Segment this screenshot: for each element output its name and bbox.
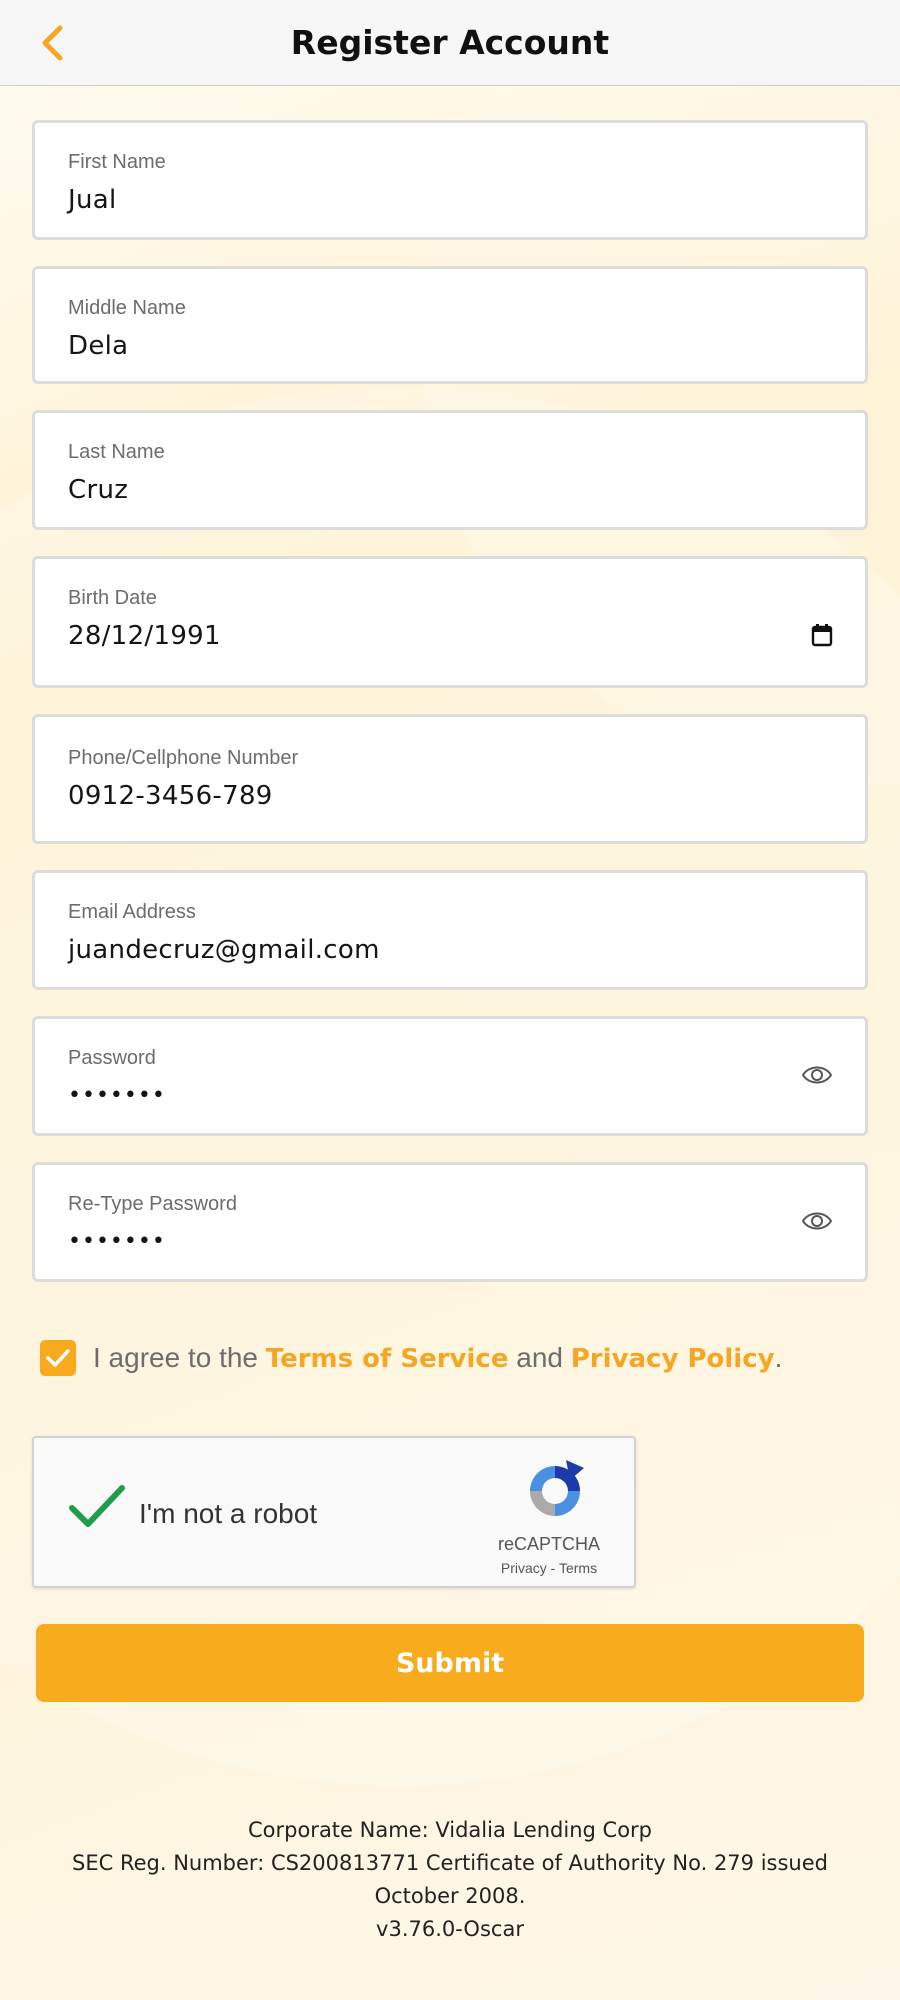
footer-version: v3.76.0-Oscar [376, 1917, 524, 1941]
back-button[interactable] [30, 20, 76, 66]
password-field[interactable]: Password ••••••• [32, 1016, 868, 1136]
birth-date-field[interactable]: Birth Date 28/12/1991 [32, 556, 868, 688]
page-title: Register Account [290, 23, 610, 62]
agree-and: and [516, 1342, 563, 1373]
first-name-field[interactable]: First Name Jual [32, 120, 868, 240]
phone-value[interactable]: 0912-3456-789 [68, 781, 273, 811]
agree-prefix: I agree to the [93, 1342, 259, 1373]
green-checkmark-icon [69, 1485, 125, 1527]
recaptcha-separator: - [550, 1560, 556, 1576]
terms-of-service-link[interactable]: Terms of Service [266, 1344, 509, 1374]
app-header: Register Account [0, 0, 900, 86]
submit-button[interactable]: Submit [36, 1624, 864, 1702]
recaptcha-privacy-link[interactable]: Privacy [501, 1560, 547, 1576]
agree-text: I agree to the Terms of Service and Priv… [93, 1342, 782, 1374]
recaptcha-links: Privacy - Terms [474, 1560, 624, 1576]
footer-sec-reg: SEC Reg. Number: CS200813771 Certificate… [72, 1851, 828, 1875]
email-label: Email Address [68, 901, 196, 923]
footer: Corporate Name: Vidalia Lending Corp SEC… [0, 1814, 900, 1946]
password-label: Password [68, 1047, 156, 1069]
calendar-icon[interactable] [811, 623, 833, 652]
eye-icon[interactable] [801, 1063, 833, 1092]
privacy-policy-link[interactable]: Privacy Policy [571, 1344, 775, 1374]
middle-name-field[interactable]: Middle Name Dela [32, 266, 868, 384]
footer-corporate-name: Corporate Name: Vidalia Lending Corp [247, 1818, 653, 1842]
checkmark-icon [46, 1349, 70, 1367]
retype-password-label: Re-Type Password [68, 1193, 237, 1215]
last-name-value[interactable]: Cruz [68, 475, 128, 505]
first-name-value[interactable]: Jual [68, 185, 117, 215]
chevron-left-icon [42, 25, 63, 61]
recaptcha-widget: I'm not a robot reCAPTCHA Privacy - Term… [32, 1436, 636, 1588]
retype-password-value[interactable]: ••••••• [68, 1229, 166, 1254]
eye-icon[interactable] [801, 1209, 833, 1238]
email-field[interactable]: Email Address juandecruz@gmail.com [32, 870, 868, 990]
middle-name-value[interactable]: Dela [68, 331, 128, 361]
retype-password-field[interactable]: Re-Type Password ••••••• [32, 1162, 868, 1282]
recaptcha-checkbox[interactable] [68, 1484, 126, 1535]
agree-suffix: . [774, 1342, 783, 1373]
agree-terms: I agree to the Terms of Service and Priv… [40, 1340, 782, 1376]
recaptcha-logo-icon [522, 1458, 588, 1529]
phone-label: Phone/Cellphone Number [68, 747, 299, 769]
recaptcha-brand: reCAPTCHA [497, 1534, 600, 1554]
recaptcha-label: I'm not a robot [139, 1498, 318, 1529]
first-name-label: First Name [68, 151, 166, 173]
footer-sec-reg-continued: October 2008. [374, 1884, 526, 1908]
last-name-label: Last Name [68, 441, 165, 463]
agree-checkbox[interactable] [40, 1340, 76, 1376]
middle-name-label: Middle Name [68, 297, 186, 319]
password-value[interactable]: ••••••• [68, 1083, 166, 1108]
email-value[interactable]: juandecruz@gmail.com [68, 935, 380, 965]
birth-date-label: Birth Date [68, 587, 157, 609]
phone-field[interactable]: Phone/Cellphone Number 0912-3456-789 [32, 714, 868, 844]
birth-date-value[interactable]: 28/12/1991 [68, 621, 221, 651]
recaptcha-terms-link[interactable]: Terms [559, 1560, 597, 1576]
last-name-field[interactable]: Last Name Cruz [32, 410, 868, 530]
